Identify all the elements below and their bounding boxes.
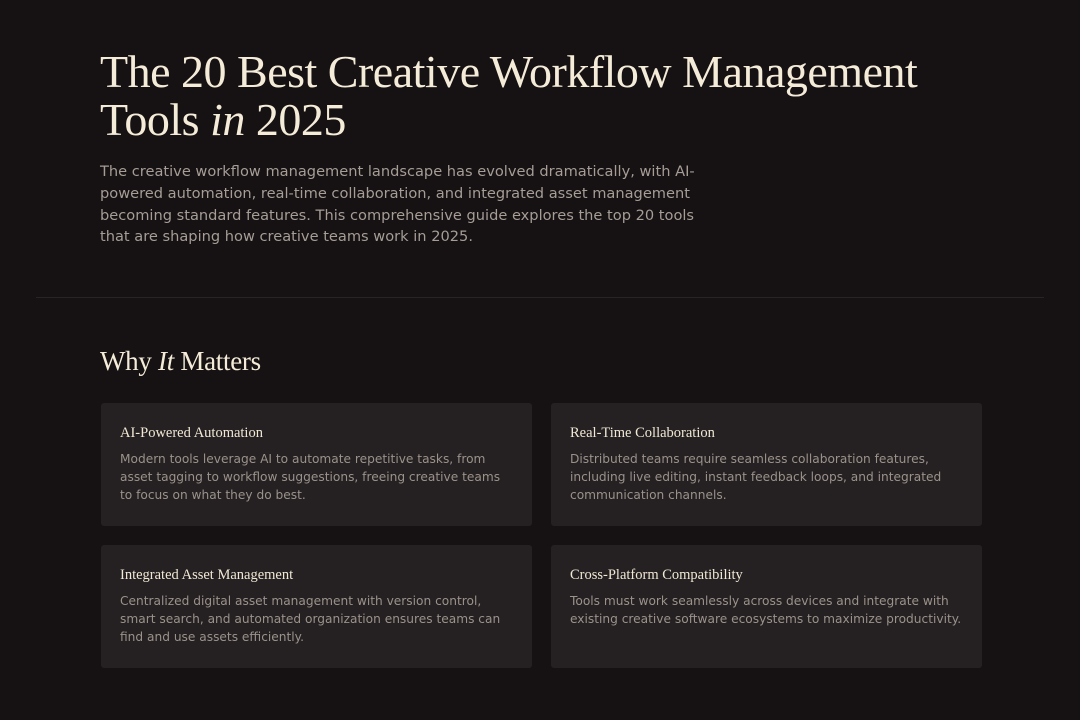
feature-card-asset-management: Integrated Asset Management Centralized …	[101, 545, 532, 668]
feature-card-description: Tools must work seamlessly across device…	[570, 594, 962, 627]
feature-card-title: AI-Powered Automation	[120, 425, 263, 441]
feature-card-description: Modern tools leverage AI to automate rep…	[120, 452, 501, 503]
feature-card-description: Distributed teams require seamless colla…	[570, 452, 942, 503]
section-divider	[36, 297, 1044, 298]
section-title-end: Matters	[173, 346, 261, 376]
section-title-start: Why	[100, 346, 159, 376]
section-title-italic: It	[158, 346, 174, 376]
feature-card-title: Integrated Asset Management	[120, 567, 294, 583]
page-title: The 20 Best Creative Workflow Management…	[100, 48, 980, 144]
feature-card-real-time-collaboration: Real-Time Collaboration Distributed team…	[551, 403, 982, 526]
feature-card-ai-automation: AI-Powered Automation Modern tools lever…	[101, 403, 532, 526]
hero-section: The 20 Best Creative Workflow Management…	[100, 48, 980, 248]
feature-card-description: Centralized digital asset management wit…	[120, 594, 501, 645]
feature-card-cross-platform: Cross-Platform Compatibility Tools must …	[551, 545, 982, 668]
feature-card-title: Real-Time Collaboration	[570, 425, 715, 441]
page-title-italic: in	[210, 94, 245, 145]
intro-paragraph: The creative workflow management landsca…	[100, 163, 695, 246]
page-title-end: 2025	[244, 94, 347, 145]
section-title: Why It Matters	[100, 344, 261, 378]
feature-card-title: Cross-Platform Compatibility	[570, 567, 743, 583]
